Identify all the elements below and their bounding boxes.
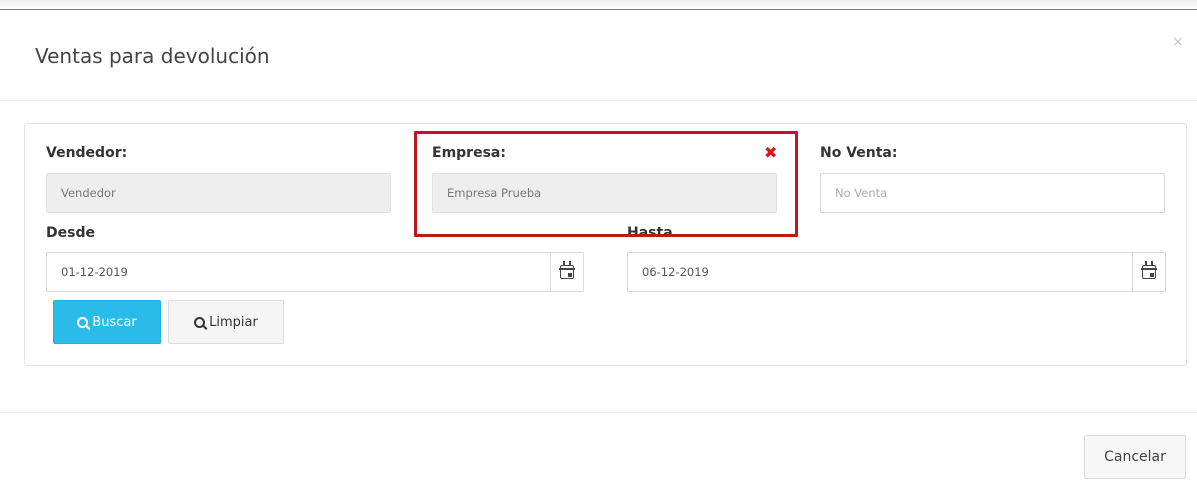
empresa-highlight-box xyxy=(414,131,798,237)
no-venta-input[interactable]: No Venta xyxy=(820,173,1165,213)
hasta-input[interactable]: 06-12-2019 xyxy=(627,252,1132,292)
vendedor-field[interactable]: Vendedor xyxy=(46,173,391,213)
search-icon xyxy=(194,316,206,328)
modal-backdrop-edge xyxy=(0,0,1197,10)
modal-footer-divider xyxy=(0,412,1197,413)
limpiar-button[interactable]: Limpiar xyxy=(168,300,284,344)
desde-date-picker: 01-12-2019 xyxy=(46,252,584,292)
buscar-button[interactable]: Buscar xyxy=(53,300,161,344)
calendar-icon xyxy=(559,261,575,279)
desde-calendar-button[interactable] xyxy=(550,252,584,292)
hasta-date-picker: 06-12-2019 xyxy=(627,252,1166,292)
close-icon[interactable]: × xyxy=(1172,34,1184,50)
search-icon xyxy=(77,316,89,328)
hasta-calendar-button[interactable] xyxy=(1132,252,1166,292)
no-venta-label: No Venta: xyxy=(820,145,898,161)
modal-title: Ventas para devolución xyxy=(35,44,270,68)
buscar-label: Buscar xyxy=(92,314,137,330)
desde-input[interactable]: 01-12-2019 xyxy=(46,252,550,292)
vendedor-label: Vendedor: xyxy=(46,145,128,161)
cancelar-button[interactable]: Cancelar xyxy=(1084,435,1186,479)
clear-empresa-icon[interactable]: ✖ xyxy=(764,143,777,162)
limpiar-label: Limpiar xyxy=(209,314,258,330)
calendar-icon xyxy=(1141,261,1157,279)
desde-label: Desde xyxy=(46,225,95,241)
modal-header-divider xyxy=(0,100,1197,101)
